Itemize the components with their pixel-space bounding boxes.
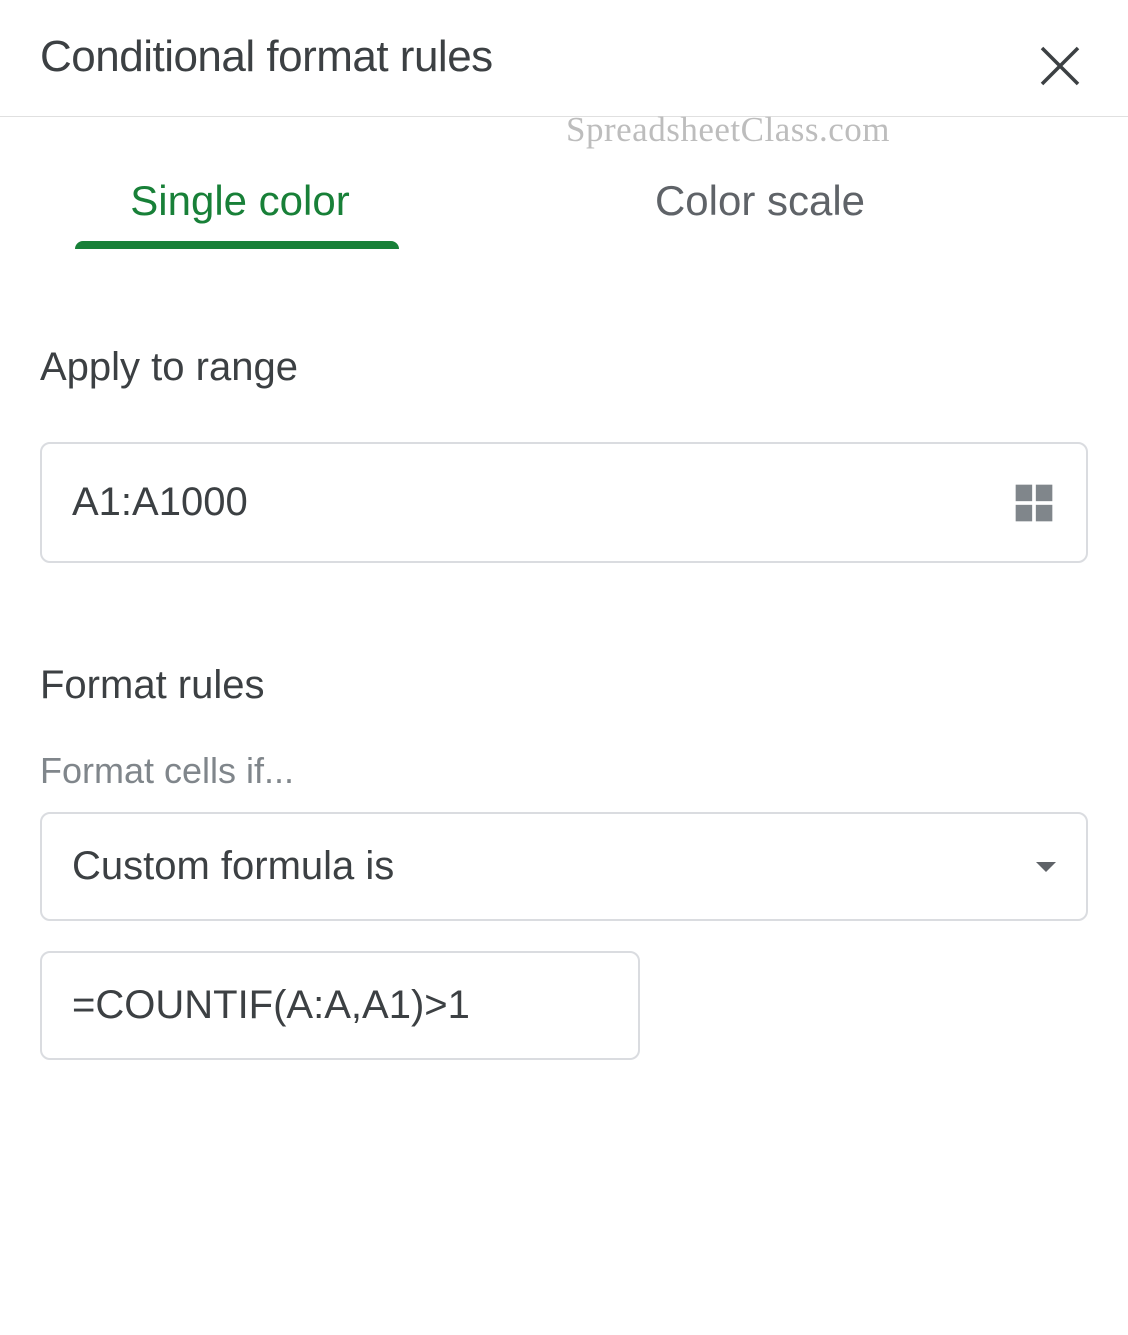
formula-input[interactable] [72, 983, 608, 1028]
close-icon [1038, 44, 1082, 88]
tabs: Single color Color scale [0, 167, 1128, 245]
apply-range-value: A1:A1000 [72, 480, 248, 525]
grid-icon [1012, 481, 1056, 525]
close-button[interactable] [1032, 38, 1088, 94]
tab-single-color[interactable]: Single color [40, 167, 440, 245]
chevron-down-icon [1036, 862, 1056, 872]
apply-range-label: Apply to range [40, 345, 1088, 390]
tab-color-scale[interactable]: Color scale [440, 167, 1080, 245]
watermark: SpreadsheetClass.com [566, 110, 890, 150]
rule-type-dropdown[interactable]: Custom formula is [40, 812, 1088, 921]
header-divider [0, 116, 1128, 117]
rule-type-value: Custom formula is [72, 844, 394, 889]
apply-range-selector[interactable]: A1:A1000 [40, 442, 1088, 563]
panel-title: Conditional format rules [40, 32, 493, 82]
format-rules-label: Format rules [40, 663, 1088, 708]
formula-field[interactable] [40, 951, 640, 1060]
format-cells-if-label: Format cells if... [40, 750, 1088, 792]
